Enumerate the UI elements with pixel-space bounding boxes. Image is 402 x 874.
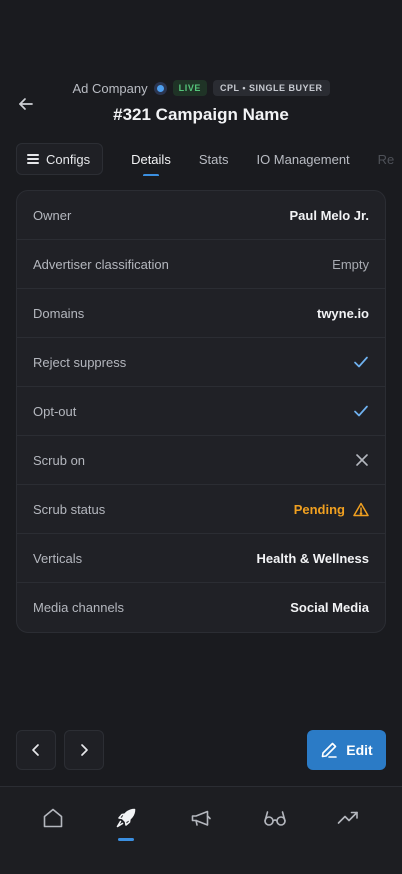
trending-icon xyxy=(337,811,358,824)
check-icon xyxy=(353,354,369,370)
details-card: Owner Paul Melo Jr. Advertiser classific… xyxy=(16,190,386,633)
media-channels-value: Social Media xyxy=(290,600,369,615)
detail-row-scrub-on: Scrub on xyxy=(17,436,385,485)
tab-stats[interactable]: Stats xyxy=(199,143,229,175)
status-dot-icon xyxy=(153,81,167,95)
warning-icon xyxy=(353,502,369,517)
row-label: Verticals xyxy=(33,550,83,566)
row-label: Scrub on xyxy=(33,452,86,468)
row-label: Advertiser classification xyxy=(33,256,169,272)
detail-row-media-channels: Media channels Social Media xyxy=(17,583,385,632)
domains-value: twyne.io xyxy=(316,305,369,321)
edit-button[interactable]: Edit xyxy=(307,730,386,770)
campaign-meta: Ad Company LIVE CPL • SINGLE BUYER xyxy=(0,80,402,96)
company-name: Ad Company xyxy=(72,80,148,96)
edit-label: Edit xyxy=(346,742,373,758)
tab-details[interactable]: Details xyxy=(131,143,171,175)
detail-row-scrub-status: Scrub status Pending xyxy=(17,485,385,534)
chevron-right-icon xyxy=(81,744,88,756)
owner-value: Paul Melo Jr. xyxy=(289,207,369,223)
page-title: #321 Campaign Name xyxy=(113,105,289,124)
check-icon xyxy=(353,403,369,419)
row-label: Owner xyxy=(33,207,72,223)
pencil-icon xyxy=(321,742,338,758)
detail-row-advertiser-classification: Advertiser classification Empty xyxy=(17,240,385,289)
previous-button[interactable] xyxy=(16,730,56,770)
glasses-icon xyxy=(264,811,286,826)
advertiser-classification-value: Empty xyxy=(332,256,369,272)
verticals-value: Health & Wellness xyxy=(256,550,369,566)
next-button[interactable] xyxy=(64,730,104,770)
row-label: Scrub status xyxy=(33,501,106,517)
x-icon xyxy=(355,453,369,467)
detail-row-verticals: Verticals Health & Wellness xyxy=(17,534,385,583)
row-label: Domains xyxy=(33,305,85,321)
home-icon xyxy=(43,808,63,828)
nav-trends[interactable] xyxy=(333,803,363,833)
campaign-details-screen: Ad Company LIVE CPL • SINGLE BUYER #321 … xyxy=(0,0,402,874)
detail-row-opt-out: Opt-out xyxy=(17,387,385,436)
menu-icon xyxy=(27,154,39,164)
tab-overflow[interactable]: Re xyxy=(378,143,395,175)
scrub-status-value: Pending xyxy=(294,502,369,517)
nav-campaigns[interactable] xyxy=(111,803,141,833)
row-label: Media channels xyxy=(33,600,125,615)
tab-bar: Configs Details Stats IO Management Re xyxy=(16,142,402,176)
chevron-left-icon xyxy=(32,744,39,756)
megaphone-icon xyxy=(191,810,211,826)
row-label: Opt-out xyxy=(33,403,77,419)
detail-row-reject-suppress: Reject suppress xyxy=(17,338,385,387)
tab-io-management[interactable]: IO Management xyxy=(256,143,349,175)
scrub-status-text: Pending xyxy=(293,501,345,517)
nav-marketing[interactable] xyxy=(186,803,216,833)
nav-insights[interactable] xyxy=(260,803,290,833)
status-badge: LIVE xyxy=(172,80,208,96)
campaign-type-badge: CPL • SINGLE BUYER xyxy=(213,80,330,96)
row-label: Reject suppress xyxy=(33,354,127,370)
configs-button[interactable]: Configs xyxy=(16,143,104,175)
detail-row-owner: Owner Paul Melo Jr. xyxy=(17,191,385,240)
nav-home[interactable] xyxy=(38,803,68,833)
bottom-navigation xyxy=(0,786,402,874)
detail-row-domains: Domains twyne.io xyxy=(17,289,385,338)
rocket-icon xyxy=(116,808,136,828)
configs-label: Configs xyxy=(46,151,91,167)
